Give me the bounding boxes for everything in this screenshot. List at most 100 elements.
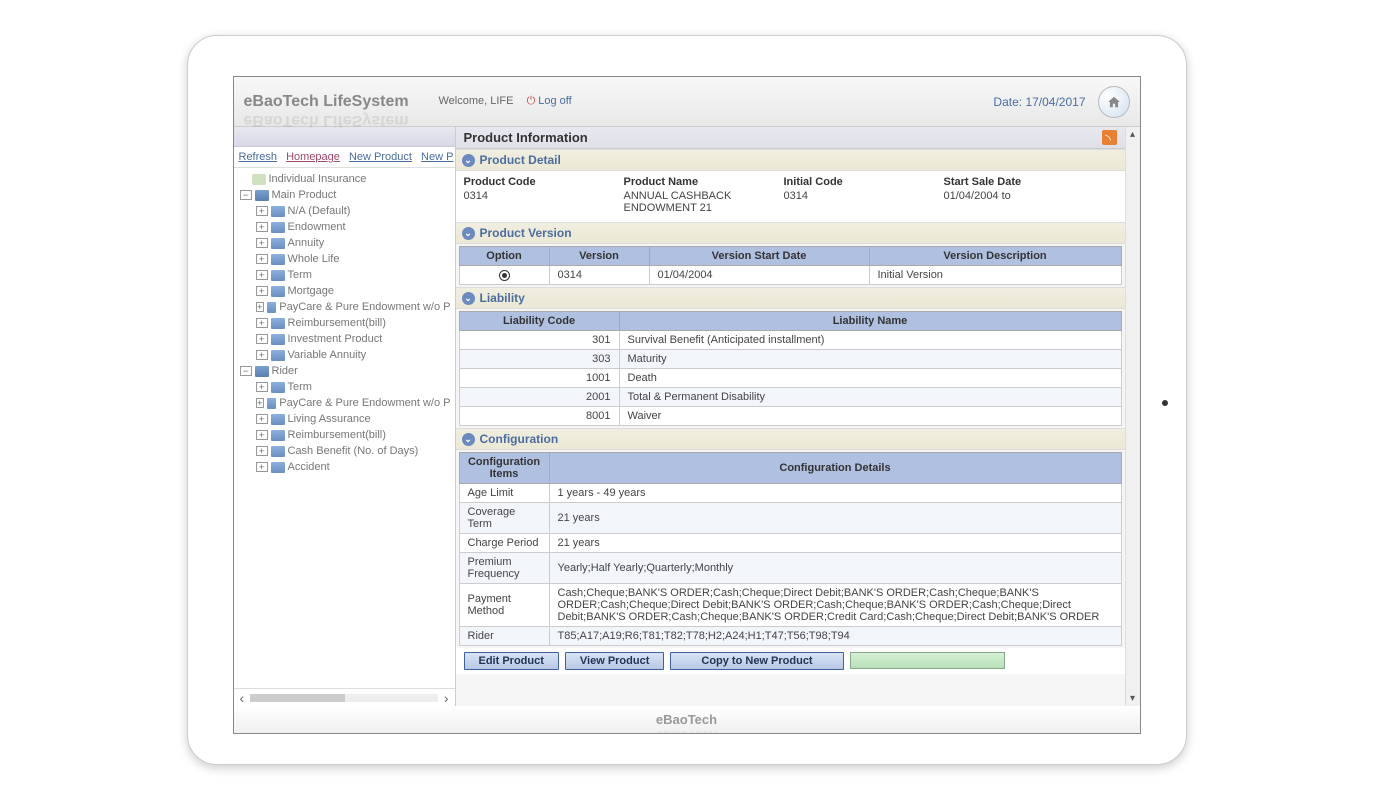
doc-icon xyxy=(271,270,285,281)
expand-icon[interactable]: + xyxy=(256,382,268,392)
expand-icon[interactable]: − xyxy=(240,190,252,200)
folder-icon xyxy=(255,366,269,377)
chevron-down-icon: ⌄ xyxy=(462,292,475,305)
expand-icon[interactable]: + xyxy=(256,318,268,328)
new-product-link[interactable]: New Product xyxy=(349,151,412,163)
table-row: Payment MethodCash;Cheque;BANK'S ORDER;C… xyxy=(459,584,1121,627)
tree-item-label: Term xyxy=(288,381,312,393)
expand-icon[interactable]: + xyxy=(256,206,268,216)
tree-item[interactable]: + Cash Benefit (No. of Days) xyxy=(234,443,455,459)
doc-icon xyxy=(267,398,276,409)
tree-item[interactable]: +Term xyxy=(234,267,455,283)
tree-item[interactable]: + N/A (Default) xyxy=(234,203,455,219)
col-version-desc: Version Description xyxy=(869,247,1121,266)
tree-item[interactable]: + Annuity xyxy=(234,235,455,251)
table-row: 2001Total & Permanent Disability xyxy=(459,388,1121,407)
new-p-link[interactable]: New P xyxy=(421,151,453,163)
product-name-label: Product Name xyxy=(624,176,784,188)
tree-item[interactable]: Individual Insurance xyxy=(234,171,455,187)
tree-item-label: Investment Product xyxy=(288,333,383,345)
doc-icon xyxy=(271,446,285,457)
tree-item-label: Living Assurance xyxy=(288,413,371,425)
expand-icon[interactable]: + xyxy=(256,446,268,456)
table-row: 301Survival Benefit (Anticipated install… xyxy=(459,331,1121,350)
refresh-link[interactable]: Refresh xyxy=(239,151,278,163)
tree-item[interactable]: + Living Assurance xyxy=(234,411,455,427)
sidebar-horizontal-scrollbar[interactable]: ‹ › xyxy=(234,688,455,706)
col-option: Option xyxy=(459,247,549,266)
doc-icon xyxy=(271,222,285,233)
sidebar-header xyxy=(234,127,455,147)
tree-item-label: Cash Benefit (No. of Days) xyxy=(288,445,419,457)
copy-to-new-product-button[interactable]: Copy to New Product xyxy=(670,652,843,670)
logoff-link[interactable]: Log off xyxy=(527,95,572,107)
tree-item-label: Variable Annuity xyxy=(288,349,367,361)
col-liability-code: Liability Code xyxy=(459,312,619,331)
tree-item[interactable]: +Whole Life xyxy=(234,251,455,267)
version-radio[interactable] xyxy=(499,270,510,281)
page-title: Product Information xyxy=(464,130,1102,145)
col-config-items: Configuration Items xyxy=(459,453,549,484)
tree-item[interactable]: +Reimbursement(bill) xyxy=(234,427,455,443)
chevron-down-icon: ⌄ xyxy=(462,433,475,446)
expand-icon[interactable]: + xyxy=(256,270,268,280)
expand-icon[interactable]: + xyxy=(256,238,268,248)
rss-icon[interactable] xyxy=(1102,130,1117,145)
folder-icon xyxy=(255,190,269,201)
tree-item-label: Annuity xyxy=(288,237,325,249)
tree-item[interactable]: +Endowment xyxy=(234,219,455,235)
homepage-link[interactable]: Homepage xyxy=(286,151,340,163)
expand-icon[interactable]: + xyxy=(256,222,268,232)
expand-icon[interactable]: + xyxy=(256,398,265,408)
tree-item[interactable]: +Accident xyxy=(234,459,455,475)
doc-icon xyxy=(271,462,285,473)
product-code-value: 0314 xyxy=(464,190,624,202)
tree-item[interactable]: −Main Product xyxy=(234,187,455,203)
tree-item[interactable]: +Mortgage xyxy=(234,283,455,299)
version-table: Option Version Version Start Date Versio… xyxy=(459,246,1122,285)
tree-item[interactable]: −Rider xyxy=(234,363,455,379)
product-code-label: Product Code xyxy=(464,176,624,188)
expand-icon[interactable]: + xyxy=(256,286,268,296)
tree-item[interactable]: +PayCare & Pure Endowment w/o P xyxy=(234,395,455,411)
main-vertical-scrollbar[interactable]: ▴ ▾ xyxy=(1125,127,1140,706)
main-panel: Product Information ⌄ Product Detail Pro… xyxy=(456,127,1140,706)
scroll-up-icon[interactable]: ▴ xyxy=(1128,127,1137,142)
table-row: Charge Period21 years xyxy=(459,534,1121,553)
scroll-left-icon[interactable]: ‹ xyxy=(240,690,245,706)
product-detail-fields: Product Code 0314 Product Name ANNUAL CA… xyxy=(456,171,1125,222)
expand-icon[interactable]: + xyxy=(256,414,268,424)
root-icon xyxy=(252,174,266,185)
tree-item[interactable]: + Term xyxy=(234,379,455,395)
home-button[interactable] xyxy=(1098,86,1130,118)
expand-icon[interactable]: + xyxy=(256,462,268,472)
liability-table: Liability Code Liability Name 301Surviva… xyxy=(459,311,1122,426)
scroll-down-icon[interactable]: ▾ xyxy=(1128,691,1137,706)
tree-item-label: N/A (Default) xyxy=(288,205,351,217)
section-product-detail[interactable]: ⌄ Product Detail xyxy=(456,149,1125,171)
expand-icon[interactable]: + xyxy=(256,430,268,440)
tree-item[interactable]: + Investment Product xyxy=(234,331,455,347)
tree-item[interactable]: +Reimbursement(bill) xyxy=(234,315,455,331)
table-row: 303Maturity xyxy=(459,350,1121,369)
table-row: Premium FrequencyYearly;Half Yearly;Quar… xyxy=(459,553,1121,584)
app-logo: eBaoTech LifeSystem eBaoTech LifeSystem xyxy=(244,93,439,111)
view-product-button[interactable]: View Product xyxy=(565,652,664,670)
expand-icon[interactable]: − xyxy=(240,366,252,376)
chevron-down-icon: ⌄ xyxy=(462,154,475,167)
doc-icon xyxy=(271,382,285,393)
expand-icon[interactable]: + xyxy=(256,302,265,312)
footer-brand: eBaoTech xyxy=(656,712,717,727)
doc-icon xyxy=(271,414,285,425)
col-version: Version xyxy=(549,247,649,266)
section-configuration[interactable]: ⌄ Configuration xyxy=(456,428,1125,450)
section-product-version[interactable]: ⌄ Product Version xyxy=(456,222,1125,244)
tree-item[interactable]: +PayCare & Pure Endowment w/o P xyxy=(234,299,455,315)
scroll-right-icon[interactable]: › xyxy=(444,690,449,706)
expand-icon[interactable]: + xyxy=(256,350,268,360)
expand-icon[interactable]: + xyxy=(256,254,268,264)
tree-item[interactable]: + Variable Annuity xyxy=(234,347,455,363)
expand-icon[interactable]: + xyxy=(256,334,268,344)
edit-product-button[interactable]: Edit Product xyxy=(464,652,559,670)
section-liability[interactable]: ⌄ Liability xyxy=(456,287,1125,309)
